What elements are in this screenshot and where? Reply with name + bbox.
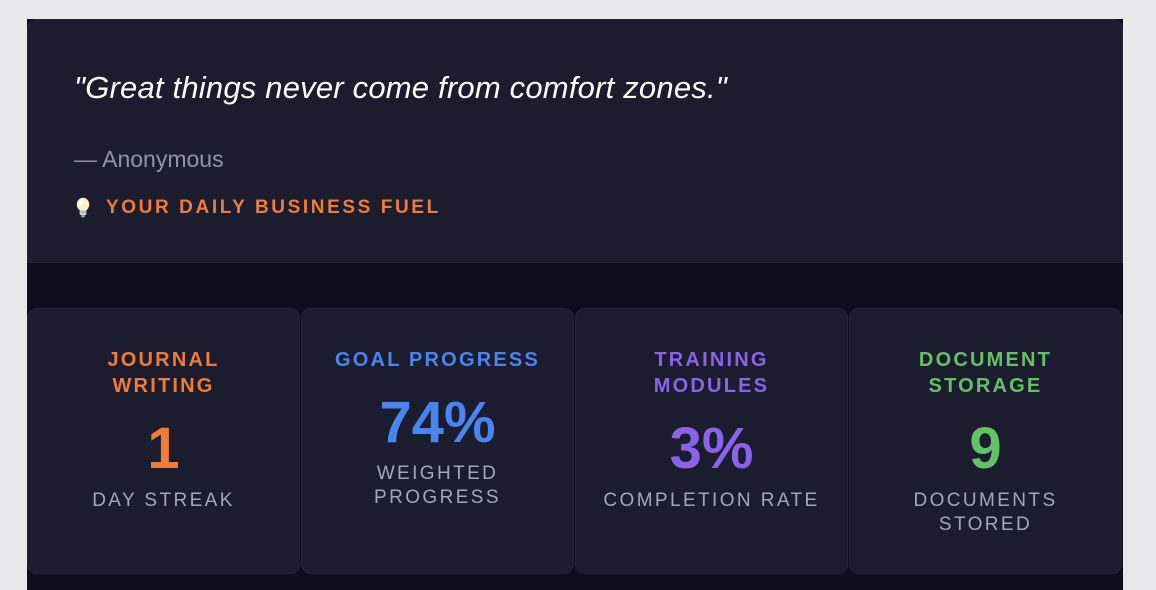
- stat-subtitle-line: WEIGHTED: [376, 463, 499, 484]
- stat-title-line: DOCUMENT: [918, 349, 1053, 371]
- stat-value: 74%: [379, 390, 496, 455]
- stat-title-line: WRITING: [112, 375, 215, 397]
- stat-subtitle-line: PROGRESS: [374, 487, 501, 508]
- stats-row: JOURNAL WRITING 1 DAY STREAK GOAL PROGRE…: [27, 308, 1123, 574]
- stat-card-goal-progress[interactable]: GOAL PROGRESS 74% WEIGHTED PROGRESS: [301, 308, 574, 574]
- stat-subtitle-line: DOCUMENTS: [913, 490, 1058, 511]
- stat-title: JOURNAL WRITING: [28, 347, 299, 399]
- stat-title: TRAINING MODULES: [576, 347, 847, 399]
- stat-subtitle-line: DAY STREAK: [92, 490, 235, 511]
- dashboard-panel: "Great things never come from comfort zo…: [27, 19, 1123, 590]
- lightbulb-icon: [74, 197, 92, 219]
- daily-fuel-tagline: YOUR DAILY BUSINESS FUEL: [74, 197, 441, 219]
- stat-value: 3%: [669, 416, 754, 481]
- stat-card-journal[interactable]: JOURNAL WRITING 1 DAY STREAK: [27, 308, 300, 574]
- stat-title-line: STORAGE: [928, 375, 1043, 397]
- tagline-label: YOUR DAILY BUSINESS FUEL: [106, 197, 441, 218]
- stat-title-line: GOAL PROGRESS: [335, 349, 540, 371]
- stat-title-line: TRAINING: [654, 349, 769, 371]
- stat-title-line: JOURNAL: [107, 349, 220, 371]
- stat-subtitle: COMPLETION RATE: [576, 489, 847, 513]
- stat-value: 1: [147, 416, 180, 481]
- quote-author: — Anonymous: [74, 146, 224, 172]
- stat-subtitle: DAY STREAK: [28, 489, 299, 513]
- stat-title: GOAL PROGRESS: [302, 347, 573, 373]
- stat-card-training[interactable]: TRAINING MODULES 3% COMPLETION RATE: [575, 308, 848, 574]
- stat-title-line: MODULES: [653, 375, 770, 397]
- stat-subtitle: WEIGHTED PROGRESS: [302, 462, 573, 510]
- stat-subtitle-line: STORED: [938, 514, 1033, 535]
- stat-subtitle: DOCUMENTS STORED: [850, 489, 1121, 537]
- stat-subtitle-line: COMPLETION RATE: [603, 490, 820, 511]
- quote-text: "Great things never come from comfort zo…: [74, 70, 727, 105]
- stat-title: DOCUMENT STORAGE: [850, 347, 1121, 399]
- stat-value: 9: [969, 416, 1002, 481]
- daily-quote-card: "Great things never come from comfort zo…: [27, 19, 1123, 263]
- stat-card-documents[interactable]: DOCUMENT STORAGE 9 DOCUMENTS STORED: [849, 308, 1122, 574]
